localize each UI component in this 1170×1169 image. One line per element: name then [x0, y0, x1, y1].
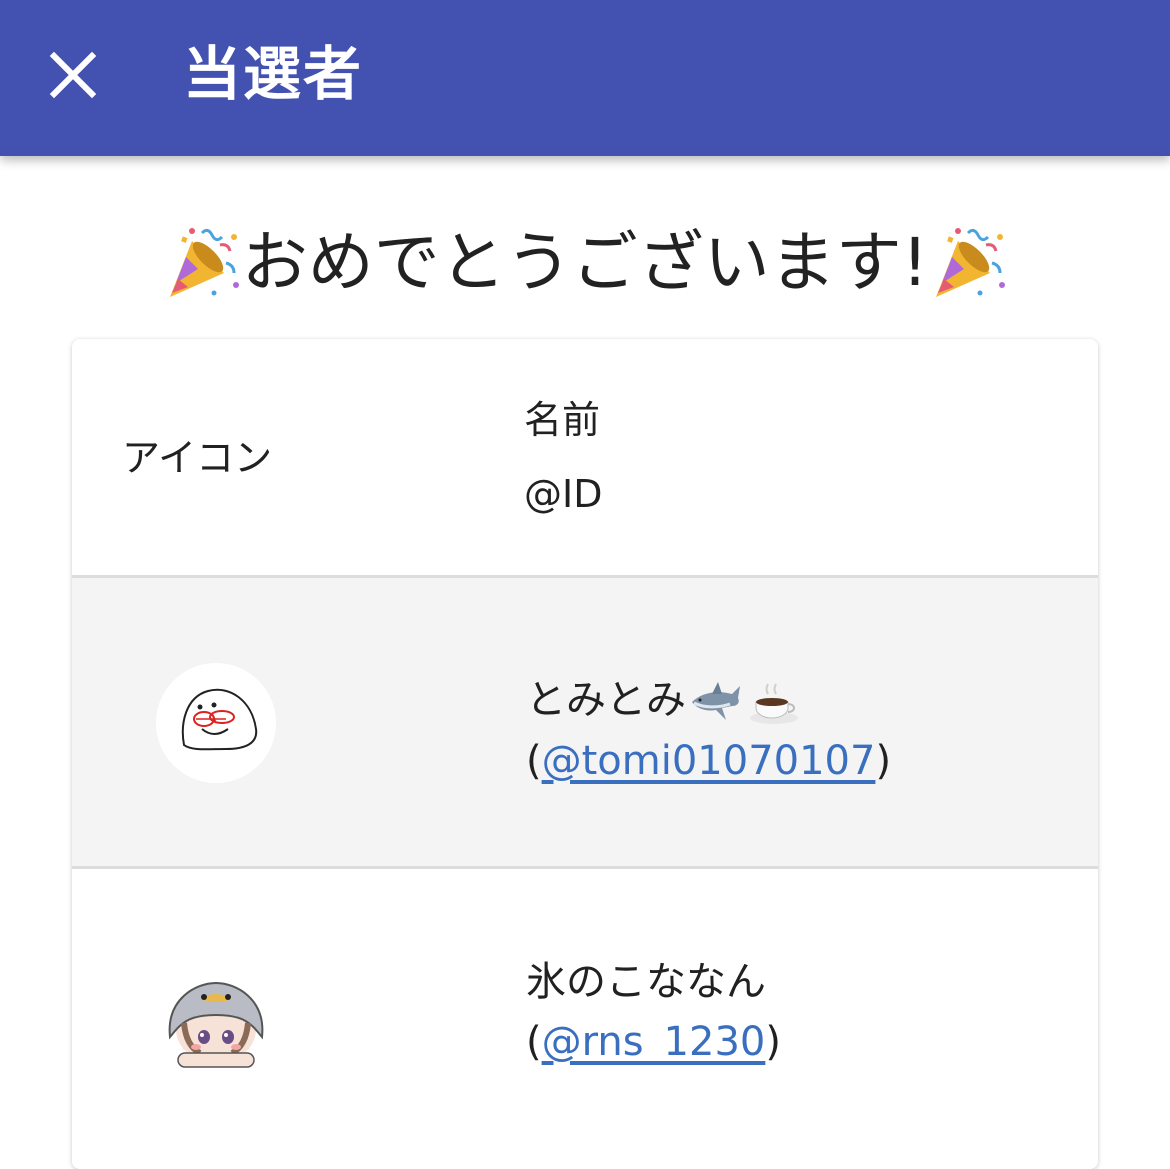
winner-id-link[interactable]: @rns_1230	[542, 1019, 766, 1065]
winner-name-text: とみとみ	[526, 677, 686, 723]
avatar[interactable]	[156, 663, 276, 783]
table-row: 氷のこななん (@rns_1230)	[72, 869, 1098, 1169]
table-row: とみとみ (@tomi01070107)	[72, 578, 1098, 869]
winner-id: (@rns_1230)	[526, 1014, 781, 1070]
party-popper-icon	[928, 223, 1008, 303]
winners-table: アイコン 名前 @ID とみとみ (@tomi01070107) 氷のこななん …	[72, 339, 1098, 1169]
shark-icon	[688, 672, 744, 728]
header-icon-label: アイコン	[122, 436, 273, 480]
winner-name: とみとみ	[526, 672, 802, 728]
table-header: アイコン 名前 @ID	[72, 339, 1098, 578]
coffee-icon	[746, 672, 802, 728]
paren-close: )	[875, 738, 892, 784]
winner-name-text: 氷のこななん	[526, 959, 766, 1005]
congrats-message: おめでとうございます!	[0, 218, 1170, 308]
close-button[interactable]	[44, 46, 102, 104]
header-name-label: 名前	[524, 398, 601, 442]
winner-name: 氷のこななん	[526, 954, 766, 1010]
page-title: 当選者	[183, 40, 364, 108]
header-id-label: @ID	[524, 472, 603, 516]
congrats-text: おめでとうございます!	[241, 224, 929, 301]
app-bar: 当選者	[0, 0, 1170, 156]
paren-close: )	[765, 1019, 781, 1065]
paren-open: (	[526, 1019, 542, 1065]
close-icon	[49, 51, 97, 99]
party-popper-icon	[162, 223, 242, 303]
winner-id: (@tomi01070107)	[526, 733, 891, 789]
winner-id-link[interactable]: @tomi01070107	[542, 738, 876, 784]
avatar[interactable]	[156, 959, 276, 1079]
paren-open: (	[526, 738, 542, 784]
